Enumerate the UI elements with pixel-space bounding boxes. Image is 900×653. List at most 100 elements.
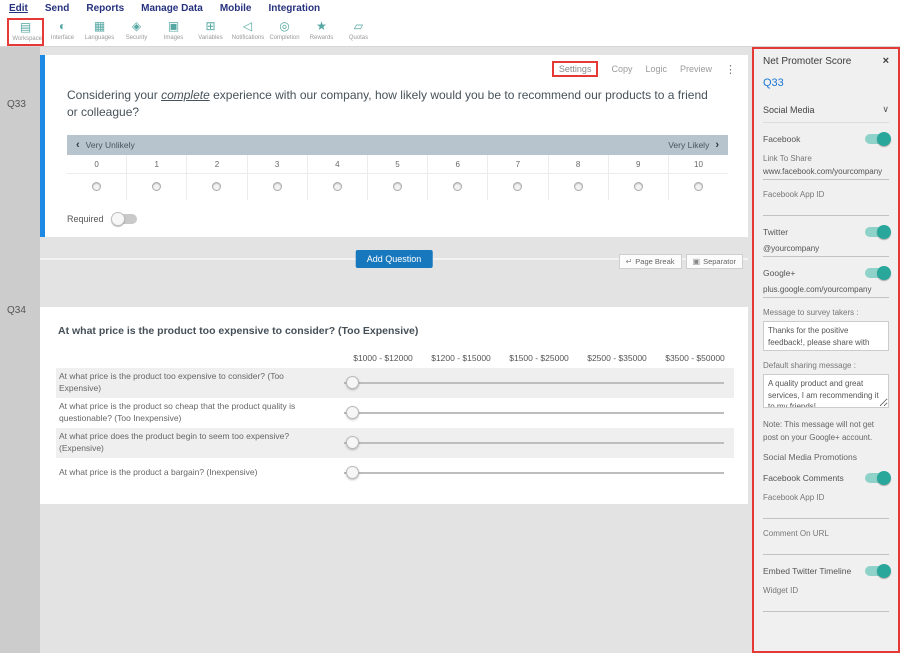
nps-radio-option[interactable] xyxy=(368,174,428,200)
q33-question-card: Settings Copy Logic Preview ⋮ Considerin… xyxy=(40,55,748,237)
required-toggle[interactable] xyxy=(113,214,137,224)
google-plus-toggle[interactable] xyxy=(865,268,889,278)
close-icon[interactable]: × xyxy=(883,56,889,67)
nps-value-cell: 9 xyxy=(609,155,669,174)
page-break-button[interactable]: ↵ Page Break xyxy=(619,254,682,269)
scale-left[interactable]: ‹ Very Unlikely xyxy=(76,139,135,151)
slider-track xyxy=(344,382,724,384)
toolbar-label: Completion xyxy=(269,34,300,42)
section-label: Social Media xyxy=(763,105,815,115)
toolbar-item-interface[interactable]: ◐ Interface xyxy=(44,18,81,43)
radio-icon xyxy=(333,182,342,191)
google-plus-url-input[interactable] xyxy=(763,281,889,298)
price-slider-row: At what price is the product a bargain? … xyxy=(56,458,734,488)
default-sharing-message-textarea[interactable]: A quality product and great services, I … xyxy=(763,374,889,408)
copy-action[interactable]: Copy xyxy=(611,64,632,74)
nps-value-cell: 7 xyxy=(488,155,548,174)
menu-send[interactable]: Send xyxy=(45,3,69,14)
q34-question-title: At what price is the product too expensi… xyxy=(58,325,734,337)
toolbar-item-rewards[interactable]: ★ Rewards xyxy=(303,18,340,43)
scale-right[interactable]: Very Likely › xyxy=(668,139,719,151)
widget-id-label: Widget ID xyxy=(763,586,889,595)
nps-radio-option[interactable] xyxy=(428,174,488,200)
link-to-share-input[interactable] xyxy=(763,163,889,180)
radio-icon xyxy=(634,182,643,191)
chevron-right-icon[interactable]: › xyxy=(715,139,719,151)
facebook-toggle[interactable] xyxy=(865,134,889,144)
languages-icon: ▦ xyxy=(81,19,118,34)
twitter-toggle[interactable] xyxy=(865,227,889,237)
comment-on-url-input[interactable] xyxy=(763,538,889,555)
separator-button[interactable]: ▣ Separator xyxy=(686,254,744,269)
nps-value-cell: 5 xyxy=(368,155,428,174)
nps-number-row: 0 1 2 3 4 5 6 7 8 9 10 xyxy=(67,155,728,174)
images-icon: ▣ xyxy=(155,19,192,34)
q34-question-card: At what price is the product too expensi… xyxy=(40,307,748,504)
panel-title: Net Promoter Score xyxy=(763,56,851,67)
chevron-left-icon[interactable]: ‹ xyxy=(76,139,80,151)
price-column: $2500 - $35000 xyxy=(578,353,656,363)
facebook-app-id-input[interactable] xyxy=(763,199,889,216)
price-slider-rows: At what price is the product too expensi… xyxy=(56,368,734,488)
toolbar-item-notifications[interactable]: ◁ Notifications xyxy=(229,18,266,43)
slider-handle[interactable] xyxy=(346,406,359,419)
menu-reports[interactable]: Reports xyxy=(86,3,124,14)
facebook-comments-toggle[interactable] xyxy=(865,473,889,483)
survey-editor: Settings Copy Logic Preview ⋮ Considerin… xyxy=(40,47,752,653)
toolbar-item-languages[interactable]: ▦ Languages xyxy=(81,18,118,43)
toolbar-item-completion[interactable]: ◎ Completion xyxy=(266,18,303,43)
nps-radio-option[interactable] xyxy=(67,174,127,200)
nps-radio-option[interactable] xyxy=(549,174,609,200)
toolbar-label: Interface xyxy=(47,34,78,42)
slider-handle[interactable] xyxy=(346,436,359,449)
nps-radio-option[interactable] xyxy=(187,174,247,200)
panel-question-id: Q33 xyxy=(763,77,889,89)
nps-radio-option[interactable] xyxy=(248,174,308,200)
toolbar-item-images[interactable]: ▣ Images xyxy=(155,18,192,43)
slider-row-label: At what price is the product so cheap th… xyxy=(56,401,344,425)
nps-scale: ‹ Very Unlikely Very Likely › 0 1 2 3 4 … xyxy=(67,135,728,200)
facebook-comments-row: Facebook Comments xyxy=(763,473,889,483)
nps-value-cell: 1 xyxy=(127,155,187,174)
completion-icon: ◎ xyxy=(266,19,303,34)
social-media-promotions-label: Social Media Promotions xyxy=(763,452,889,462)
nps-radio-option[interactable] xyxy=(488,174,548,200)
price-slider[interactable] xyxy=(344,435,724,451)
price-slider[interactable] xyxy=(344,465,724,481)
price-slider[interactable] xyxy=(344,375,724,391)
twitter-handle-input[interactable] xyxy=(763,240,889,257)
radio-icon xyxy=(513,182,522,191)
embed-twitter-timeline-toggle[interactable] xyxy=(865,566,889,576)
nps-radio-option[interactable] xyxy=(669,174,728,200)
menu-manage-data[interactable]: Manage Data xyxy=(141,3,203,14)
menu-integration[interactable]: Integration xyxy=(269,3,321,14)
message-to-survey-takers-textarea[interactable]: Thanks for the positive feedback!, pleas… xyxy=(763,321,889,351)
logic-action[interactable]: Logic xyxy=(645,64,667,74)
menu-edit[interactable]: Edit xyxy=(9,3,28,14)
social-media-section-header[interactable]: Social Media ∨ xyxy=(763,98,889,123)
menu-mobile[interactable]: Mobile xyxy=(220,3,252,14)
price-column: $3500 - $50000 xyxy=(656,353,734,363)
toolbar-item-variables[interactable]: ⊞ Variables xyxy=(192,18,229,43)
preview-action[interactable]: Preview xyxy=(680,64,712,74)
widget-id-input[interactable] xyxy=(763,595,889,612)
variables-icon: ⊞ xyxy=(192,19,229,34)
more-options-icon[interactable]: ⋮ xyxy=(725,63,736,76)
nps-radio-option[interactable] xyxy=(127,174,187,200)
settings-action[interactable]: Settings xyxy=(552,61,599,77)
main-area: Q33 Q34 Settings Copy Logic Preview ⋮ Co… xyxy=(0,47,900,653)
toolbar-item-quotas[interactable]: ▱ Quotas xyxy=(340,18,377,43)
slider-handle[interactable] xyxy=(346,376,359,389)
toggle-knob xyxy=(877,225,891,239)
slider-handle[interactable] xyxy=(346,466,359,479)
page-break-icon: ↵ xyxy=(626,257,633,266)
facebook-app-id-2-input[interactable] xyxy=(763,502,889,519)
price-slider[interactable] xyxy=(344,405,724,421)
nps-radio-option[interactable] xyxy=(609,174,669,200)
add-question-button[interactable]: Add Question xyxy=(356,250,433,268)
price-slider-row: At what price is the product too expensi… xyxy=(56,368,734,398)
toolbar-item-security[interactable]: ◈ Security xyxy=(118,18,155,43)
toolbar-item-workspace[interactable]: ▤ Workspace xyxy=(7,18,44,46)
nps-radio-option[interactable] xyxy=(308,174,368,200)
nps-radio-row xyxy=(67,174,728,200)
